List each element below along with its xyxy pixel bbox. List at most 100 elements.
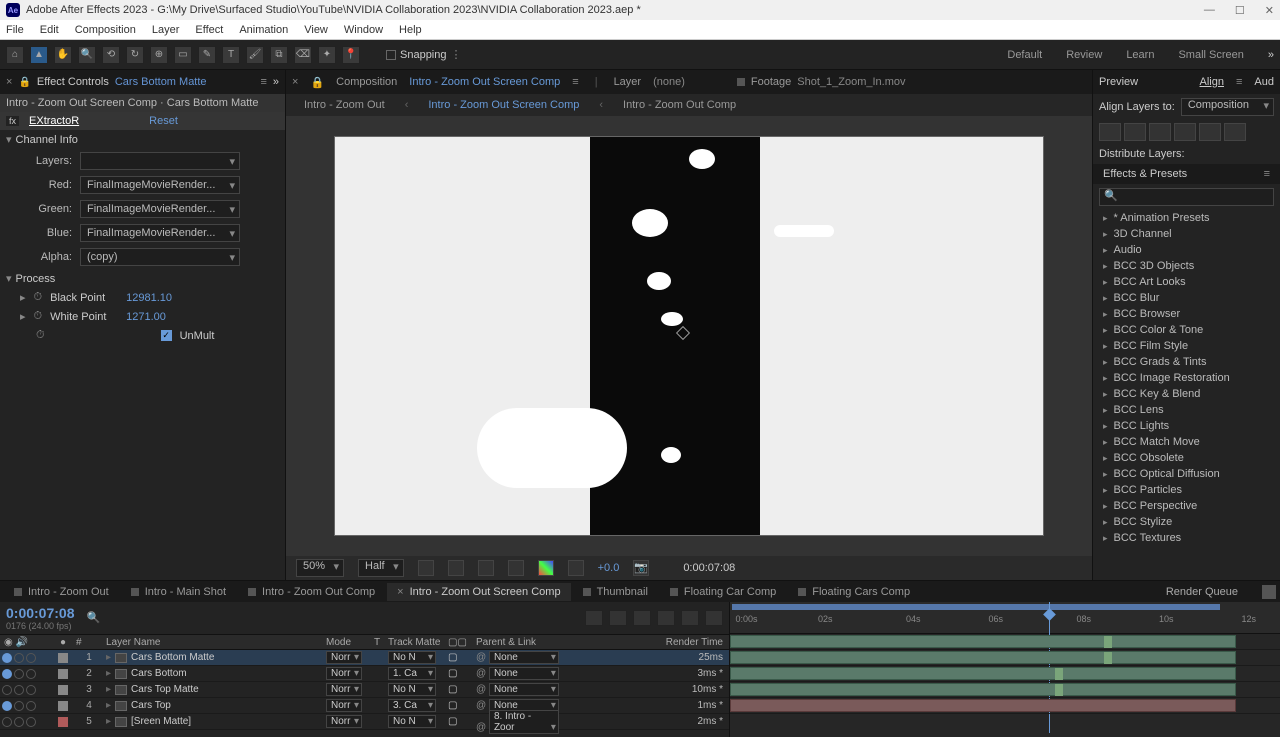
preview-tab[interactable]: Preview (1099, 76, 1138, 88)
parent-dropdown[interactable]: None (489, 667, 559, 680)
toggle-mask-icon[interactable] (448, 560, 464, 576)
graph-editor-icon[interactable] (705, 610, 723, 626)
workspace-overflow-icon[interactable]: » (1268, 49, 1274, 61)
stamp-tool[interactable]: ⧉ (270, 46, 288, 64)
close-tab-icon[interactable]: × (397, 586, 403, 598)
shy-icon[interactable] (633, 610, 651, 626)
eraser-tool[interactable]: ⌫ (294, 46, 312, 64)
menu-layer[interactable]: Layer (152, 24, 180, 36)
matte-switches[interactable]: ▢ (448, 700, 476, 711)
twirl-closed-icon[interactable]: ▸ (106, 716, 111, 727)
ep-category[interactable]: ▸BCC Image Restoration (1093, 370, 1280, 386)
ep-category[interactable]: ▸BCC Textures (1093, 530, 1280, 546)
twirl-icon[interactable]: ▾ (6, 272, 12, 285)
lock-icon[interactable]: 🔒 (18, 77, 30, 88)
reset-link[interactable]: Reset (149, 115, 178, 127)
minimize-icon[interactable]: — (1204, 4, 1215, 17)
black-point-value[interactable]: 12981.10 (126, 292, 172, 304)
timeline-layer-row[interactable]: 3▸Cars Top MatteNorrNo N▢@ None10ms * (0, 682, 729, 698)
twirl-closed-icon[interactable]: ▸ (106, 652, 111, 663)
menu-effect[interactable]: Effect (195, 24, 223, 36)
close-tab-icon[interactable]: × (6, 76, 12, 88)
frame-blend-icon[interactable] (657, 610, 675, 626)
menu-file[interactable]: File (6, 24, 24, 36)
twirl-closed-icon[interactable]: ▸ (106, 684, 111, 695)
maximize-icon[interactable]: ☐ (1235, 4, 1245, 17)
menu-animation[interactable]: Animation (239, 24, 288, 36)
fx-badge-icon[interactable]: fx (6, 116, 19, 126)
white-point-value[interactable]: 1271.00 (126, 311, 166, 323)
ep-search-input[interactable]: 🔍 (1099, 188, 1274, 206)
timeline-layer-row[interactable]: 5▸[Sreen Matte]NorrNo N▢@ 8. Intro - Zoo… (0, 714, 729, 730)
ep-category[interactable]: ▸BCC Key & Blend (1093, 386, 1280, 402)
ep-category[interactable]: ▸BCC Match Move (1093, 434, 1280, 450)
effect-header-row[interactable]: fx EXtractoR Reset (0, 112, 285, 130)
layer-tab-lbl[interactable]: Layer (614, 76, 642, 88)
track-matte-dropdown[interactable]: No N (388, 715, 436, 728)
align-vcenter-button[interactable] (1199, 123, 1221, 141)
parent-header[interactable]: Parent & Link (476, 637, 570, 648)
twirl-closed-icon[interactable]: ▸ (1103, 501, 1108, 512)
anchor-tool[interactable]: ⊕ (150, 46, 168, 64)
alpha-dropdown[interactable]: (copy) (80, 248, 240, 266)
parent-dropdown[interactable]: None (489, 651, 559, 664)
lock-toggle[interactable] (26, 685, 36, 695)
label-header[interactable]: ● (50, 637, 76, 648)
blend-mode-dropdown[interactable]: Norr (326, 715, 362, 728)
puppet-tool[interactable]: 📍 (342, 46, 360, 64)
num-header[interactable]: # (76, 637, 102, 648)
new-comp-icon[interactable] (1262, 585, 1276, 599)
channel-info-header[interactable]: ▾ Channel Info (0, 130, 285, 149)
red-dropdown[interactable]: FinalImageMovieRender... (80, 176, 240, 194)
ep-category[interactable]: ▸BCC Color & Tone (1093, 322, 1280, 338)
reset-exposure-icon[interactable] (568, 560, 584, 576)
twirl-closed-icon[interactable]: ▸ (1103, 485, 1108, 496)
menu-help[interactable]: Help (399, 24, 422, 36)
stopwatch-icon[interactable]: ⏱ (34, 310, 43, 323)
visibility-toggle[interactable] (2, 685, 12, 695)
solo-toggle[interactable] (14, 653, 24, 663)
workspace-review[interactable]: Review (1066, 49, 1102, 61)
stopwatch-icon[interactable]: ⏱ (34, 291, 43, 304)
timeline-search-icon[interactable]: 🔍 (87, 611, 101, 625)
exposure-value[interactable]: +0.0 (598, 562, 620, 574)
motion-blur-icon[interactable] (681, 610, 699, 626)
twirl-closed-icon[interactable]: ▸ (1103, 245, 1108, 256)
work-area-bar[interactable] (732, 604, 1220, 610)
ep-category[interactable]: ▸BCC Film Style (1093, 338, 1280, 354)
timeline-tab[interactable]: Thumbnail (573, 583, 658, 601)
layer-name[interactable]: Cars Bottom Matte (131, 652, 214, 663)
timeline-tab[interactable]: Floating Cars Comp (788, 583, 920, 601)
nav-back-icon[interactable]: ‹ (405, 99, 409, 111)
switches-header[interactable]: ▢▢ (448, 637, 476, 648)
track-matte-dropdown[interactable]: No N (388, 651, 436, 664)
timeline-layer-row[interactable]: 1▸Cars Bottom MatteNorrNo N▢@ None25ms (0, 650, 729, 666)
track-matte-dropdown[interactable]: No N (388, 683, 436, 696)
rendertime-header[interactable]: Render Time (570, 637, 729, 648)
label-color-swatch[interactable] (58, 685, 68, 695)
timeline-right[interactable]: 0:00s 02s 04s 06s 08s 10s 12s (730, 602, 1280, 737)
twirl-closed-icon[interactable]: ▸ (106, 700, 111, 711)
ep-category[interactable]: ▸BCC Perspective (1093, 498, 1280, 514)
twirl-closed-icon[interactable]: ▸ (1103, 405, 1108, 416)
home-tool[interactable]: ⌂ (6, 46, 24, 64)
ec-layer-name[interactable]: Cars Bottom Matte (115, 76, 207, 88)
lock-toggle[interactable] (26, 701, 36, 711)
close-icon[interactable]: ✕ (1265, 4, 1274, 17)
nav-intro-zoom-out-comp[interactable]: Intro - Zoom Out Comp (623, 99, 736, 111)
twirl-closed-icon[interactable]: ▸ (1103, 277, 1108, 288)
solo-toggle[interactable] (14, 717, 24, 727)
twirl-closed-icon[interactable]: ▸ (1103, 293, 1108, 304)
matte-switches[interactable]: ▢ (448, 668, 476, 679)
track-matte-dropdown[interactable]: 3. Ca (388, 699, 436, 712)
snapping-checkbox[interactable] (386, 50, 396, 60)
roto-tool[interactable]: ✦ (318, 46, 336, 64)
draft3d-icon[interactable] (609, 610, 627, 626)
unmult-checkbox[interactable]: ✓ (161, 330, 172, 341)
menu-view[interactable]: View (304, 24, 328, 36)
timeline-tab[interactable]: Intro - Zoom Out (4, 583, 119, 601)
trackmatte-header[interactable]: Track Matte (388, 637, 448, 648)
viewer-timecode[interactable]: 0:00:07:08 (683, 562, 735, 574)
nav-intro-zoom-out[interactable]: Intro - Zoom Out (304, 99, 385, 111)
blend-mode-dropdown[interactable]: Norr (326, 651, 362, 664)
